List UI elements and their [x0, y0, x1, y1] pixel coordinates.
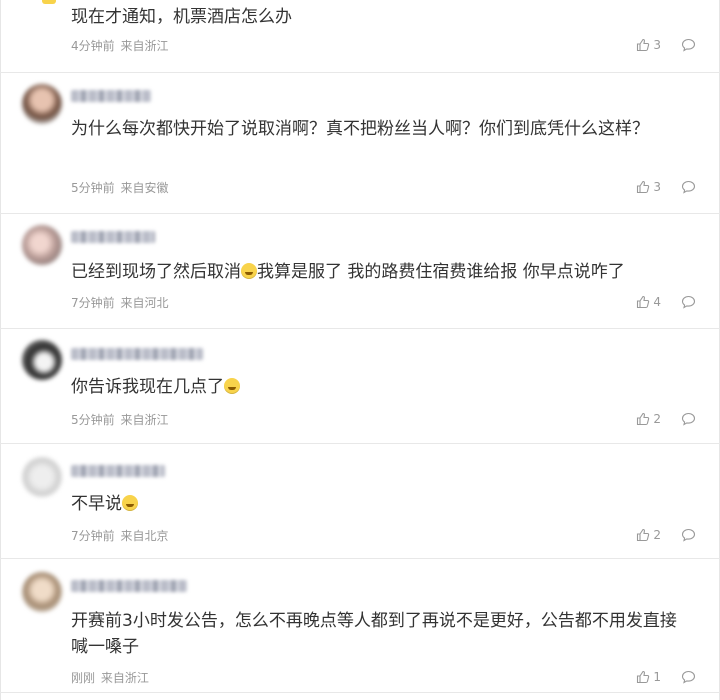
like-count: 4 [653, 295, 661, 309]
comment-text: 已经到现场了然后取消 我算是服了 我的路费住宿费谁给报 你早点说咋了 [71, 259, 701, 285]
comment-time: 刚刚 [71, 671, 96, 685]
username [71, 348, 203, 360]
comment-text-part: 我算是服了 我的路费住宿费谁给报 你早点说咋了 [257, 262, 625, 282]
reply-button[interactable] [681, 528, 696, 542]
comment-item: 开赛前3小时发公告，怎么不再晚点等人都到了再说不是更好，公告都不用发直接喊一嗓子… [0, 558, 720, 693]
comment-text-part: 不早说 [71, 494, 122, 514]
comment-item: 你告诉我现在几点了 5分钟前 来自浙江 2 [0, 328, 720, 444]
comment-location: 来自安徽 [120, 181, 169, 195]
reply-button[interactable] [681, 295, 696, 309]
username [71, 231, 155, 243]
comment-actions: 3 [636, 38, 696, 52]
thumbs-up-icon [637, 38, 650, 52]
comment-bubble-icon [681, 295, 696, 309]
avatar [22, 457, 62, 497]
comment-actions: 2 [636, 412, 696, 426]
comment-location: 来自北京 [120, 529, 169, 543]
reply-button[interactable] [681, 38, 696, 52]
comment-meta: 5分钟前 来自浙江 [71, 412, 168, 428]
like-button[interactable]: 3 [636, 180, 661, 194]
comment-location: 来自浙江 [100, 671, 149, 685]
comment-text: 为什么每次都快开始了说取消啊？真不把粉丝当人啊？你们到底凭什么这样？ [71, 119, 649, 139]
avatar [22, 572, 62, 612]
thumbs-up-icon [637, 528, 650, 542]
comment-location: 来自河北 [120, 296, 169, 310]
like-count: 1 [653, 670, 661, 684]
username [71, 90, 151, 102]
comment-item: 不早说 7分钟前 来自北京 2 [0, 443, 720, 559]
comment-meta: 刚刚 来自浙江 [71, 670, 149, 686]
comment-text: 现在才通知，机票酒店怎么办 [71, 7, 292, 27]
like-button[interactable]: 4 [636, 295, 661, 309]
avatar [22, 225, 62, 265]
comment-location: 来自浙江 [120, 39, 169, 53]
comment-text-part: 你告诉我现在几点了 [71, 377, 224, 397]
username [71, 580, 187, 592]
comment-item: 为什么每次都快开始了说取消啊？真不把粉丝当人啊？你们到底凭什么这样？ 5分钟前 … [0, 72, 720, 214]
comment-bubble-icon [681, 528, 696, 542]
username [71, 465, 165, 477]
comment-meta: 7分钟前 来自北京 [71, 528, 168, 544]
comment-meta: 5分钟前 来自安徽 [71, 180, 168, 196]
like-count: 3 [653, 38, 661, 52]
comment-time: 7分钟前 [71, 529, 115, 543]
comment-actions: 4 [636, 295, 696, 309]
comment-time: 4分钟前 [71, 39, 115, 53]
comment-text-part: 已经到现场了然后取消 [71, 262, 241, 282]
comment-location: 来自浙江 [120, 413, 169, 427]
emoji-icon [241, 263, 257, 279]
reply-button[interactable] [681, 412, 696, 426]
comment-actions: 1 [636, 670, 696, 684]
comment-text: 你告诉我现在几点了 [71, 374, 701, 400]
comment-bubble-icon [681, 412, 696, 426]
comment-time: 5分钟前 [71, 181, 115, 195]
comment-text: 开赛前3小时发公告，怎么不再晚点等人都到了再说不是更好，公告都不用发直接喊一嗓子 [71, 611, 677, 657]
thumbs-up-icon [637, 180, 650, 194]
comment-item: 已经到现场了然后取消 我算是服了 我的路费住宿费谁给报 你早点说咋了 7分钟前 来… [0, 213, 720, 329]
comment-meta: 7分钟前 来自河北 [71, 295, 168, 311]
comment-bubble-icon [681, 38, 696, 52]
like-count: 3 [653, 180, 661, 194]
reply-button[interactable] [681, 670, 696, 684]
thumbs-up-icon [637, 295, 650, 309]
avatar [22, 340, 62, 380]
comment-meta: 4分钟前 来自浙江 [71, 38, 168, 54]
reply-button[interactable] [681, 180, 696, 194]
comment-actions: 2 [636, 528, 696, 542]
emoji-icon [122, 495, 138, 511]
comment-time: 5分钟前 [71, 413, 115, 427]
comment-bubble-icon [681, 180, 696, 194]
comment-time: 7分钟前 [71, 296, 115, 310]
like-button[interactable]: 3 [636, 38, 661, 52]
thumbs-up-icon [637, 670, 650, 684]
comment-bubble-icon [681, 670, 696, 684]
like-button[interactable]: 2 [636, 528, 661, 542]
comment-text: 不早说 [71, 491, 701, 517]
like-button[interactable]: 2 [636, 412, 661, 426]
comment-actions: 3 [636, 180, 696, 194]
emoji-icon [224, 378, 240, 394]
comment-item: 现在才通知，机票酒店怎么办 4分钟前 来自浙江 3 [0, 0, 720, 73]
avatar [22, 84, 62, 124]
avatar [42, 0, 56, 4]
like-count: 2 [653, 412, 661, 426]
thumbs-up-icon [637, 412, 650, 426]
like-count: 2 [653, 528, 661, 542]
like-button[interactable]: 1 [636, 670, 661, 684]
